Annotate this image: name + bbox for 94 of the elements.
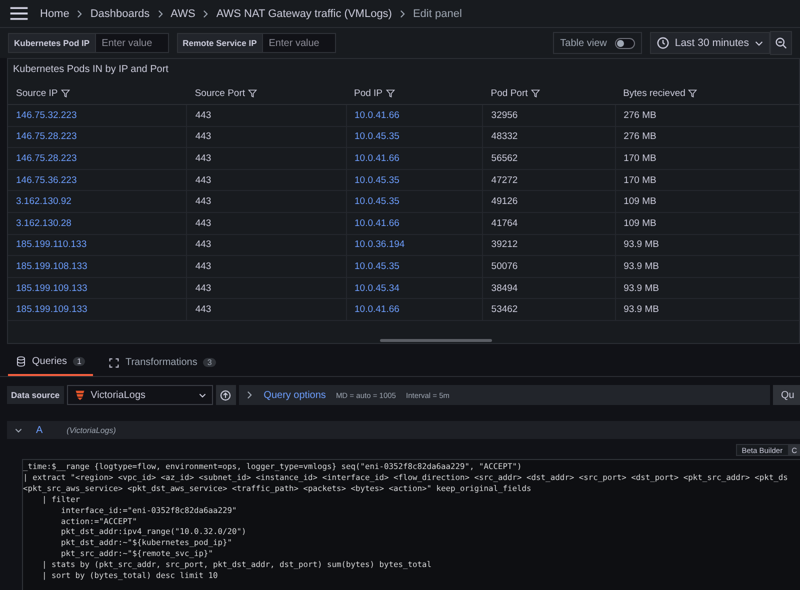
chevron-down-icon: [755, 40, 763, 46]
database-icon: [16, 356, 26, 367]
table-cell: 49126: [491, 196, 518, 208]
table-cell: 170 MB: [624, 152, 656, 164]
column-header[interactable]: Pod Port: [490, 88, 528, 99]
table-cell: 41764: [491, 218, 518, 229]
table-link[interactable]: 146.75.28.223: [16, 131, 77, 142]
variable-label: Kubernetes Pod IP: [8, 33, 96, 53]
table-link[interactable]: 10.0.41.66: [354, 304, 400, 316]
table-link[interactable]: 146.75.32.223: [16, 110, 77, 121]
zoom-out-button[interactable]: [770, 31, 792, 55]
table-link[interactable]: 10.0.41.66: [354, 218, 400, 229]
variable-input[interactable]: Enter value: [262, 33, 336, 53]
table-cell: 443: [195, 174, 212, 186]
table-link[interactable]: 10.0.45.35: [354, 131, 400, 142]
table-cell: 276 MB: [624, 110, 656, 121]
table-cell: 38494: [491, 282, 518, 294]
query-row-header[interactable]: A (VictoriaLogs): [7, 421, 800, 439]
table-cell: 443: [195, 304, 212, 316]
table-cell: 109 MB: [624, 218, 656, 229]
horizontal-scrollbar[interactable]: [380, 339, 492, 342]
table-link[interactable]: 146.75.36.223: [16, 174, 77, 186]
table-cell: 32956: [491, 110, 518, 121]
menu-icon[interactable]: [10, 7, 28, 20]
table-link[interactable]: 10.0.41.66: [354, 110, 400, 121]
table-link[interactable]: 185.199.108.133: [16, 260, 88, 272]
table-link[interactable]: 10.0.36.194: [354, 239, 405, 250]
table-cell: 443: [195, 282, 212, 294]
column-header[interactable]: Pod IP: [354, 88, 383, 99]
table-cell: 443: [195, 196, 212, 208]
table-cell: 93.9 MB: [624, 260, 659, 272]
table-cell: 47272: [491, 174, 518, 186]
clock-icon: [656, 37, 669, 49]
chevron-right-icon: [400, 10, 405, 18]
table-link[interactable]: 3.162.130.92: [16, 196, 72, 208]
table-cell: 56562: [491, 152, 518, 164]
zoom-out-icon: [775, 37, 787, 49]
table-cell: 276 MB: [624, 131, 656, 142]
table-link[interactable]: 185.199.110.133: [16, 239, 87, 250]
table-cell: 170 MB: [624, 174, 656, 186]
time-range-picker[interactable]: Last 30 minutes: [650, 32, 770, 54]
filter-icon[interactable]: [60, 89, 70, 98]
table-cell: 53462: [491, 304, 518, 316]
table-cell: 443: [195, 239, 212, 250]
chevron-right-icon: [77, 10, 82, 18]
table-cell: 93.9 MB: [624, 304, 659, 316]
table-cell: 443: [195, 152, 212, 164]
editor-tab[interactable]: Transformations 3: [101, 352, 224, 376]
table-link[interactable]: 10.0.41.66: [354, 152, 400, 164]
table-link[interactable]: 10.0.45.35: [354, 260, 400, 272]
data-source-logo-icon: [74, 389, 86, 401]
query-inspector-button[interactable]: Qu: [773, 385, 800, 405]
breadcrumb-link[interactable]: Dashboards: [90, 8, 150, 20]
table-cell: 443: [195, 260, 212, 272]
table-link[interactable]: 3.162.130.28: [16, 218, 72, 229]
table-link[interactable]: 185.199.109.133: [16, 282, 88, 294]
editor-tab[interactable]: Queries 1: [8, 352, 94, 376]
table-view-toggle[interactable]: Table view: [553, 32, 642, 54]
chevron-down-icon: [198, 392, 206, 398]
table-link[interactable]: 146.75.28.223: [16, 152, 77, 164]
filter-icon[interactable]: [386, 89, 395, 98]
table-link[interactable]: 185.199.109.133: [16, 304, 88, 316]
data-source-info-button[interactable]: [216, 385, 236, 405]
breadcrumb-link[interactable]: AWS NAT Gateway traffic (VMLogs): [216, 8, 392, 20]
breadcrumb-link[interactable]: AWS: [170, 8, 196, 20]
table-cell: 93.9 MB: [624, 282, 659, 294]
table-cell: 443: [195, 218, 212, 229]
variable-label: Remote Service IP: [176, 33, 263, 53]
table-cell: 443: [195, 131, 212, 142]
column-header[interactable]: Source Port: [194, 88, 245, 99]
chevron-right-icon: [246, 391, 252, 399]
table-cell: 48332: [491, 131, 518, 142]
table-cell: 50076: [491, 260, 518, 272]
data-source-label: Data source: [7, 386, 64, 404]
filter-icon[interactable]: [248, 89, 257, 98]
variable-input[interactable]: Enter value: [96, 33, 169, 53]
chevron-right-icon: [158, 10, 163, 18]
filter-icon[interactable]: [688, 89, 698, 98]
data-source-picker[interactable]: VictoriaLogs: [66, 385, 213, 405]
table-link[interactable]: 10.0.45.35: [354, 196, 400, 208]
column-header[interactable]: Source IP: [16, 88, 58, 99]
table-link[interactable]: 10.0.45.34: [354, 282, 400, 294]
panel-title: Kubernetes Pods IN by IP and Port: [12, 63, 170, 77]
table-cell: 93.9 MB: [624, 239, 659, 250]
table-link[interactable]: 10.0.45.35: [354, 174, 400, 186]
table-cell: 39212: [491, 239, 518, 250]
code-editor[interactable]: [22, 459, 800, 590]
table-cell: 443: [195, 110, 212, 121]
chevron-right-icon: [203, 10, 208, 18]
column-header[interactable]: Bytes recieved: [623, 88, 686, 99]
breadcrumb-link[interactable]: Home: [40, 8, 70, 20]
filter-icon[interactable]: [530, 89, 540, 98]
transform-icon: [109, 358, 120, 368]
table-cell: 109 MB: [624, 196, 656, 208]
